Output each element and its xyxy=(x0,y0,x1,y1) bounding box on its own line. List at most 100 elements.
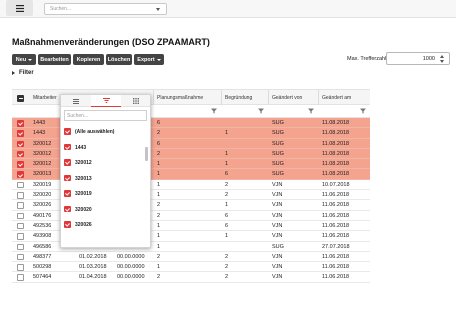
filter-icon[interactable] xyxy=(308,108,314,114)
filter-value-item[interactable]: 320026 xyxy=(61,218,147,234)
row-checkbox[interactable] xyxy=(17,243,24,251)
table-cell: 493908 xyxy=(33,233,52,240)
row-checkbox[interactable] xyxy=(17,181,24,189)
row-checkbox[interactable] xyxy=(17,222,24,230)
column-divider xyxy=(153,90,154,106)
row-checkbox[interactable] xyxy=(17,140,24,148)
row-checkbox[interactable] xyxy=(17,192,24,199)
table-cell: 00.00.0000 xyxy=(117,253,145,260)
column-header-geaendert-am[interactable]: Geändert am xyxy=(322,95,351,101)
filter-icon[interactable] xyxy=(360,108,366,114)
filter-value-checkbox[interactable] xyxy=(64,205,71,212)
select-all-label: (Alle auswählen) xyxy=(75,129,115,135)
table-cell: VJN xyxy=(272,181,283,188)
table-cell: 320012 xyxy=(33,140,52,147)
chevron-down-icon xyxy=(28,58,33,61)
filter-toggle[interactable]: Filter xyxy=(12,70,34,76)
filter-value-checkbox[interactable] xyxy=(64,221,71,228)
table-cell: 11.08.2018 xyxy=(322,161,350,168)
row-checkbox[interactable] xyxy=(17,161,24,168)
filter-value-item[interactable]: 320013 xyxy=(61,172,147,188)
table-cell: 11.06.2018 xyxy=(322,274,350,281)
table-cell: 1 xyxy=(157,233,161,240)
table-cell: 2 xyxy=(225,181,229,188)
popup-tabs xyxy=(61,95,150,107)
columns-icon xyxy=(133,98,139,104)
filter-value-item[interactable]: 320019 xyxy=(61,187,147,203)
delete-button[interactable]: Löschen xyxy=(106,54,132,65)
toolbar: Neu Bearbeiten Kopieren Löschen Export xyxy=(12,54,164,65)
max-hits-input[interactable]: 1000 xyxy=(386,52,450,65)
table-cell: 2 xyxy=(225,264,229,271)
table-cell: 6 xyxy=(225,222,229,229)
row-checkbox[interactable] xyxy=(17,212,24,220)
tab-columns[interactable] xyxy=(121,95,150,107)
chevron-right-icon xyxy=(12,71,15,75)
row-checkbox[interactable] xyxy=(17,150,24,158)
table-row[interactable]: 498377 01.02.2018 00.00.0000 2 2 VJN 11.06.201… xyxy=(12,252,370,263)
table-cell: 2 xyxy=(225,192,229,199)
export-button[interactable]: Export xyxy=(134,54,164,65)
edit-button[interactable]: Bearbeiten xyxy=(38,54,71,65)
row-checkbox[interactable] xyxy=(17,233,24,240)
filter-value-checkbox[interactable] xyxy=(64,143,71,150)
table-cell: 2 xyxy=(157,150,161,157)
stepper-up-icon[interactable] xyxy=(440,55,444,58)
table-cell: 2 xyxy=(157,253,161,260)
column-header-geaendert-von[interactable]: Geändert von xyxy=(272,95,302,101)
popup-scrollbar[interactable] xyxy=(145,147,148,161)
filter-value-label: 320013 xyxy=(75,175,92,182)
table-cell: VJN xyxy=(272,233,283,240)
filter-value-checkbox[interactable] xyxy=(64,190,71,197)
popup-search-input[interactable]: Suchen... xyxy=(64,110,147,121)
row-checkbox[interactable] xyxy=(17,274,24,281)
global-search-input[interactable]: Suchen... xyxy=(44,3,167,15)
table-row[interactable]: 500298 01.03.2018 00.00.0000 1 2 VJN 11.06.201… xyxy=(12,262,370,273)
table-row[interactable]: 507464 01.04.2018 00.00.0000 2 2 VJN 11.06.201… xyxy=(12,272,370,283)
table-cell: 10.07.2018 xyxy=(322,181,350,188)
select-all-checkbox[interactable] xyxy=(17,95,24,102)
stepper-down-icon[interactable] xyxy=(440,60,444,63)
row-checkbox[interactable] xyxy=(17,202,24,209)
row-checkbox[interactable] xyxy=(17,120,24,127)
filter-value-checkbox[interactable] xyxy=(64,159,71,166)
new-button[interactable]: Neu xyxy=(12,54,36,65)
filter-select-all-item[interactable]: (Alle auswählen) xyxy=(61,125,147,141)
row-checkbox[interactable] xyxy=(17,253,24,261)
menu-button[interactable] xyxy=(6,0,33,16)
row-checkbox[interactable] xyxy=(17,171,24,178)
table-cell: 6 xyxy=(225,212,229,219)
column-header-mitarbeiter[interactable]: Mitarbeiter xyxy=(33,95,57,101)
table-cell: 00.00.0000 xyxy=(117,274,145,281)
table-cell: VJN xyxy=(272,212,283,219)
table-cell: 01.02.2018 xyxy=(79,253,107,260)
filter-value-item[interactable]: 320020 xyxy=(61,203,147,219)
table-cell: SUG xyxy=(272,150,284,157)
filter-value-item[interactable]: 320012 xyxy=(61,156,147,172)
stepper-icon[interactable] xyxy=(439,55,446,63)
copy-button[interactable]: Kopieren xyxy=(73,54,104,65)
column-header-begruendung[interactable]: Begründung xyxy=(225,95,252,101)
column-divider xyxy=(221,90,222,106)
filter-icon[interactable] xyxy=(258,108,264,114)
tab-general-menu[interactable] xyxy=(61,95,91,107)
column-filter-popup: Suchen... (Alle auswählen) 1443 320012 320… xyxy=(60,94,151,248)
chevron-down-icon[interactable] xyxy=(156,8,160,11)
filter-value-item[interactable]: 1443 xyxy=(61,141,147,157)
select-all-checkbox[interactable] xyxy=(64,128,71,135)
table-cell: 320013 xyxy=(33,171,52,178)
row-checkbox[interactable] xyxy=(17,264,24,271)
filter-icon[interactable] xyxy=(211,108,217,114)
table-cell: 01.04.2018 xyxy=(79,274,107,281)
table-cell: 11.08.2018 xyxy=(322,120,350,126)
table-cell: 11.08.2018 xyxy=(322,150,350,157)
table-cell: 2 xyxy=(225,253,229,260)
chevron-down-icon xyxy=(156,58,161,61)
row-checkbox[interactable] xyxy=(17,130,24,137)
table-cell: 492536 xyxy=(33,222,52,229)
copy-button-label: Kopieren xyxy=(76,56,101,63)
tab-filter[interactable] xyxy=(91,95,121,107)
column-header-planungsmassnahme[interactable]: Planungsmaßnahme xyxy=(157,95,203,101)
filter-value-checkbox[interactable] xyxy=(64,174,71,181)
new-button-label: Neu xyxy=(15,56,27,63)
